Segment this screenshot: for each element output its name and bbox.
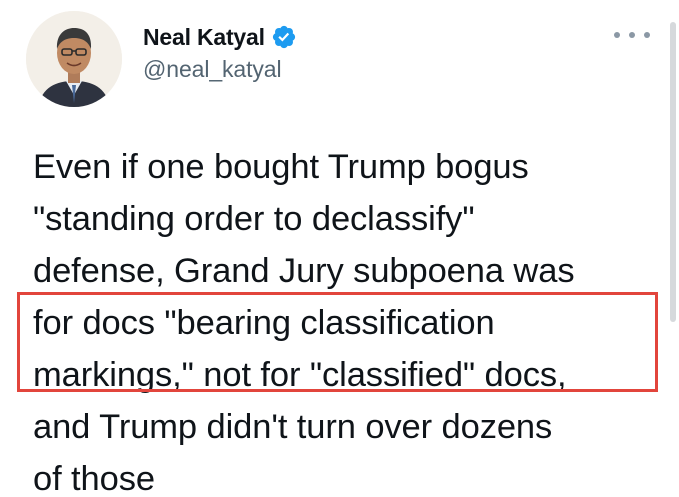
- author-handle[interactable]: @neal_katyal: [143, 56, 297, 83]
- tweet-text-line: "standing order to declassify": [33, 200, 475, 238]
- more-dot: [644, 32, 650, 38]
- scrollbar[interactable]: [670, 22, 676, 322]
- more-options-icon[interactable]: [614, 25, 650, 45]
- tweet-text-line: markings," not for "classified" docs,: [33, 356, 567, 394]
- tweet-card: Neal Katyal @neal_katyal Even if one bou…: [0, 0, 679, 497]
- author-display-name[interactable]: Neal Katyal: [143, 24, 265, 51]
- avatar-portrait-icon: [26, 11, 122, 107]
- tweet-author: Neal Katyal @neal_katyal: [143, 20, 297, 83]
- more-dot: [629, 32, 635, 38]
- tweet-text-line: Even if one bought Trump bogus: [33, 148, 529, 186]
- tweet-text: Even if one bought Trump bogus "standing…: [33, 141, 663, 497]
- more-dot: [614, 32, 620, 38]
- tweet-text-line: of those: [33, 460, 155, 497]
- tweet-text-line: defense, Grand Jury subpoena was: [33, 252, 575, 290]
- author-name-row: Neal Katyal: [143, 20, 297, 54]
- verified-badge-icon: [271, 24, 297, 50]
- tweet-text-line: for docs "bearing classification: [33, 304, 495, 342]
- tweet-text-line: and Trump didn't turn over dozens: [33, 408, 553, 446]
- author-avatar[interactable]: [26, 11, 122, 107]
